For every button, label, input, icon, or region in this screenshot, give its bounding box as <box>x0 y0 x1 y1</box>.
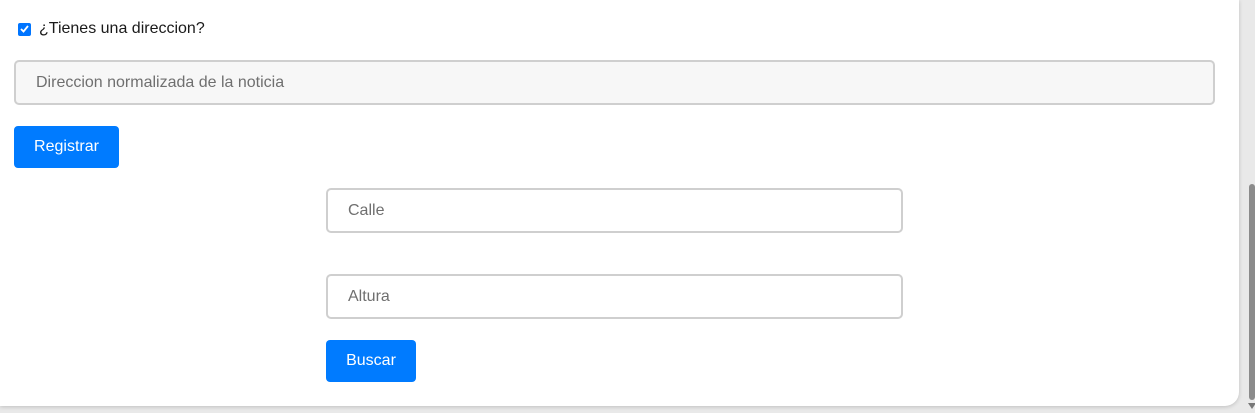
checkmark-icon <box>20 25 29 33</box>
address-toggle[interactable]: ¿Tienes una direccion? <box>18 20 205 38</box>
register-button[interactable]: Registrar <box>14 126 119 168</box>
street-number-placeholder: Altura <box>348 287 390 305</box>
address-checkbox[interactable] <box>18 22 31 36</box>
normalized-address-placeholder: Direccion normalizada de la noticia <box>36 73 285 91</box>
form-card: ¿Tienes una direccion? Direccion normali… <box>0 0 1239 406</box>
street-number-input[interactable]: Altura <box>326 274 903 319</box>
vertical-scrollbar[interactable] <box>1248 0 1255 413</box>
street-placeholder: Calle <box>348 201 385 219</box>
street-input[interactable]: Calle <box>326 188 903 233</box>
search-button[interactable]: Buscar <box>326 340 416 382</box>
normalized-address-input[interactable]: Direccion normalizada de la noticia <box>14 60 1215 105</box>
chevron-down-icon[interactable] <box>1248 403 1255 409</box>
scrollbar-thumb[interactable] <box>1249 184 1255 400</box>
address-toggle-label: ¿Tienes una direccion? <box>39 20 205 37</box>
